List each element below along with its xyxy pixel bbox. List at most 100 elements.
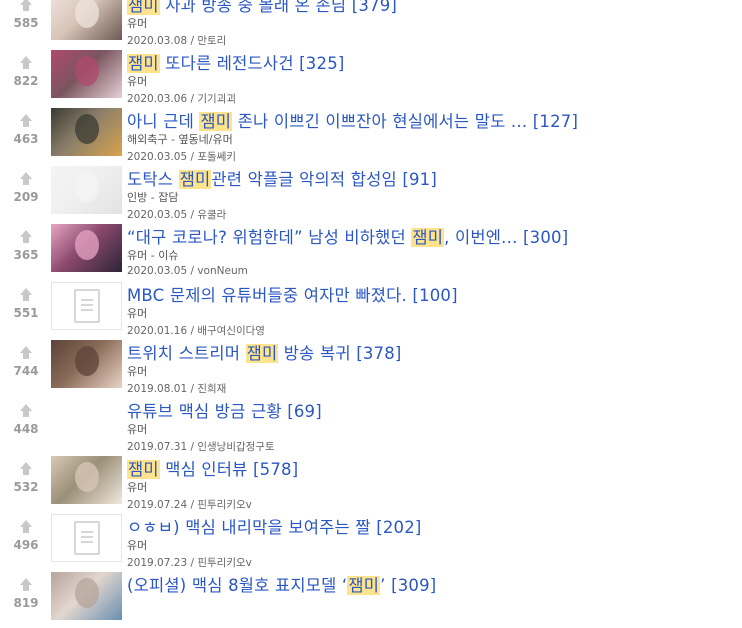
post-category[interactable]: 유머 — [127, 363, 147, 379]
post-title-link[interactable]: 트위치 스트리머 잼미 방송 복귀 [378] — [127, 340, 402, 364]
post-date: 2020.03.05 — [127, 265, 188, 277]
post-category[interactable]: 유머 — [127, 15, 147, 31]
upvote-arrow-stem[interactable] — [23, 584, 29, 591]
post-category[interactable]: 해외축구 - 옆동네/유머 — [127, 131, 233, 147]
post-title-link[interactable]: 도탁스 잼미관련 악플글 악의적 합성임 [91] — [127, 166, 437, 190]
post-thumbnail-placeholder[interactable] — [51, 282, 122, 330]
post-date: 2020.01.16 — [127, 325, 188, 337]
comment-count[interactable]: [379] — [352, 0, 397, 15]
post-title-link[interactable]: ㅇㅎㅂ) 맥심 내리막을 보여주는 짤 [202] — [127, 514, 422, 538]
post-author[interactable]: 핀투리키오v — [197, 557, 252, 569]
comment-count[interactable]: [309] — [391, 576, 436, 595]
post-category[interactable]: 인방 - 잡담 — [127, 189, 178, 205]
post-meta: 2020.03.06 / 기기괴괴 — [127, 91, 236, 106]
upvote-arrow-stem[interactable] — [23, 4, 29, 11]
post-title-link[interactable]: “대구 코로나? 위험한데” 남성 비하했던 잼미, 이번엔... [300] — [127, 224, 568, 248]
post-thumbnail[interactable] — [51, 50, 122, 98]
comment-count[interactable]: [69] — [287, 402, 322, 421]
title-text: 관련 악플글 악의적 합성임 — [211, 170, 397, 189]
post-author[interactable]: 만토리 — [197, 35, 226, 47]
vote-box: 463 — [8, 106, 44, 164]
upvote-arrow-stem[interactable] — [23, 410, 29, 417]
post-thumbnail[interactable] — [51, 572, 122, 620]
post-author[interactable]: 인생낭비갑정구토 — [197, 441, 274, 453]
post-thumbnail[interactable] — [51, 456, 122, 504]
post-title-link[interactable]: 잼미 또다른 레전드사건 [325] — [127, 50, 345, 74]
comment-count[interactable]: [300] — [523, 228, 568, 247]
post-author[interactable]: 핀투리키오v — [197, 499, 252, 511]
post-category[interactable]: 유머 - 이슈 — [127, 247, 178, 263]
upvote-arrow-stem[interactable] — [23, 178, 29, 185]
upvote-arrow-stem[interactable] — [23, 294, 29, 301]
upvote-arrow-stem[interactable] — [23, 526, 29, 533]
post-title-link[interactable]: (오피셜) 맥심 8월호 표지모델 ‘잼미’ [309] — [127, 572, 436, 596]
post-author[interactable]: vonNeum — [197, 265, 248, 277]
keyword-highlight: 잼미 — [411, 228, 445, 247]
upvote-arrow-stem[interactable] — [23, 236, 29, 243]
post-category[interactable]: 유머 — [127, 421, 147, 437]
post-date: 2019.07.31 — [127, 441, 188, 453]
post-meta: 2020.03.08 / 만토리 — [127, 33, 226, 48]
comment-count[interactable]: [325] — [299, 54, 344, 73]
post-date: 2020.03.05 — [127, 151, 188, 163]
comment-count[interactable]: [578] — [253, 460, 298, 479]
post-category[interactable]: 유머 — [127, 73, 147, 89]
post-thumbnail-placeholder[interactable] — [51, 514, 122, 562]
upvote-arrow-stem[interactable] — [23, 120, 29, 127]
post-thumbnail[interactable] — [51, 224, 122, 272]
title-text: 존나 이쁘긴 이쁘잔아 현실에서는 말도 ... — [232, 112, 528, 131]
post-category[interactable]: 유머 — [127, 479, 147, 495]
meta-separator: / — [187, 325, 198, 337]
post-thumbnail[interactable] — [51, 166, 122, 214]
post-title-link[interactable]: 잼미 사과 방송 중 몰래 온 손님 [379] — [127, 0, 397, 16]
meta-separator: / — [187, 151, 198, 163]
post-category[interactable]: 유머 — [127, 305, 147, 321]
post-row: 463 아니 근데 잼미 존나 이쁘긴 이쁘잔아 현실에서는 말도 ... [12… — [0, 106, 742, 164]
vote-score: 209 — [13, 190, 39, 204]
title-text: (오피셜) 맥심 8월호 표지모델 ‘ — [127, 576, 348, 595]
post-author[interactable]: 배구여신이다영 — [197, 325, 265, 337]
upvote-arrow-stem[interactable] — [23, 352, 29, 359]
post-title-link[interactable]: MBC 문제의 유튜버들중 여자만 빠졌다. [100] — [127, 282, 458, 306]
comment-count[interactable]: [91] — [402, 170, 437, 189]
post-author[interactable]: 기기괴괴 — [197, 93, 236, 105]
vote-score: 496 — [13, 538, 39, 552]
meta-separator: / — [187, 557, 198, 569]
thumbnail-subject — [75, 462, 99, 492]
vote-score: 365 — [13, 248, 39, 262]
comment-count[interactable]: [378] — [356, 344, 401, 363]
keyword-highlight: 잼미 — [178, 170, 212, 189]
post-thumbnail[interactable] — [51, 340, 122, 388]
post-row: 209 도탁스 잼미관련 악플글 악의적 합성임 [91] 인방 - 잡담 2020.… — [0, 164, 742, 222]
post-date: 2019.07.23 — [127, 557, 188, 569]
post-meta: 2019.07.23 / 핀투리키오v — [127, 555, 252, 570]
vote-score: 744 — [13, 364, 39, 378]
post-row: 365 “대구 코로나? 위험한데” 남성 비하했던 잼미, 이번엔... [30… — [0, 222, 742, 280]
comment-count[interactable]: [202] — [376, 518, 421, 537]
post-title-link[interactable]: 아니 근데 잼미 존나 이쁘긴 이쁘잔아 현실에서는 말도 ... [127] — [127, 108, 578, 132]
comment-count[interactable]: [100] — [412, 286, 457, 305]
post-author[interactable]: 포돌쎄키 — [197, 151, 236, 163]
post-date: 2019.07.24 — [127, 499, 188, 511]
post-author[interactable]: 유쿨라 — [197, 209, 226, 221]
post-author[interactable]: 진희재 — [197, 383, 226, 395]
vote-score: 551 — [13, 306, 39, 320]
keyword-highlight: 잼미 — [199, 112, 233, 131]
vote-score: 585 — [13, 16, 39, 30]
post-thumbnail[interactable] — [51, 108, 122, 156]
meta-separator: / — [187, 441, 198, 453]
upvote-arrow-stem[interactable] — [23, 468, 29, 475]
comment-count[interactable]: [127] — [533, 112, 578, 131]
title-text: 사과 방송 중 몰래 온 손님 — [159, 0, 347, 15]
post-title-link[interactable]: 유튜브 맥심 방금 근황 [69] — [127, 398, 322, 422]
vote-box: 744 — [8, 338, 44, 396]
vote-box: 819 — [8, 570, 44, 628]
post-title-link[interactable]: 잼미 맥심 인터뷰 [578] — [127, 456, 298, 480]
post-category[interactable]: 유머 — [127, 537, 147, 553]
upvote-arrow-stem[interactable] — [23, 62, 29, 69]
post-row: 532 잼미 맥심 인터뷰 [578] 유머 2019.07.24 / 핀투리키오v — [0, 454, 742, 512]
post-meta: 2019.07.31 / 인생낭비갑정구토 — [127, 439, 275, 454]
post-meta: 2020.03.05 / vonNeum — [127, 265, 248, 277]
post-thumbnail[interactable] — [51, 0, 122, 40]
post-row: 819 (오피셜) 맥심 8월호 표지모델 ‘잼미’ [309] — [0, 570, 742, 628]
